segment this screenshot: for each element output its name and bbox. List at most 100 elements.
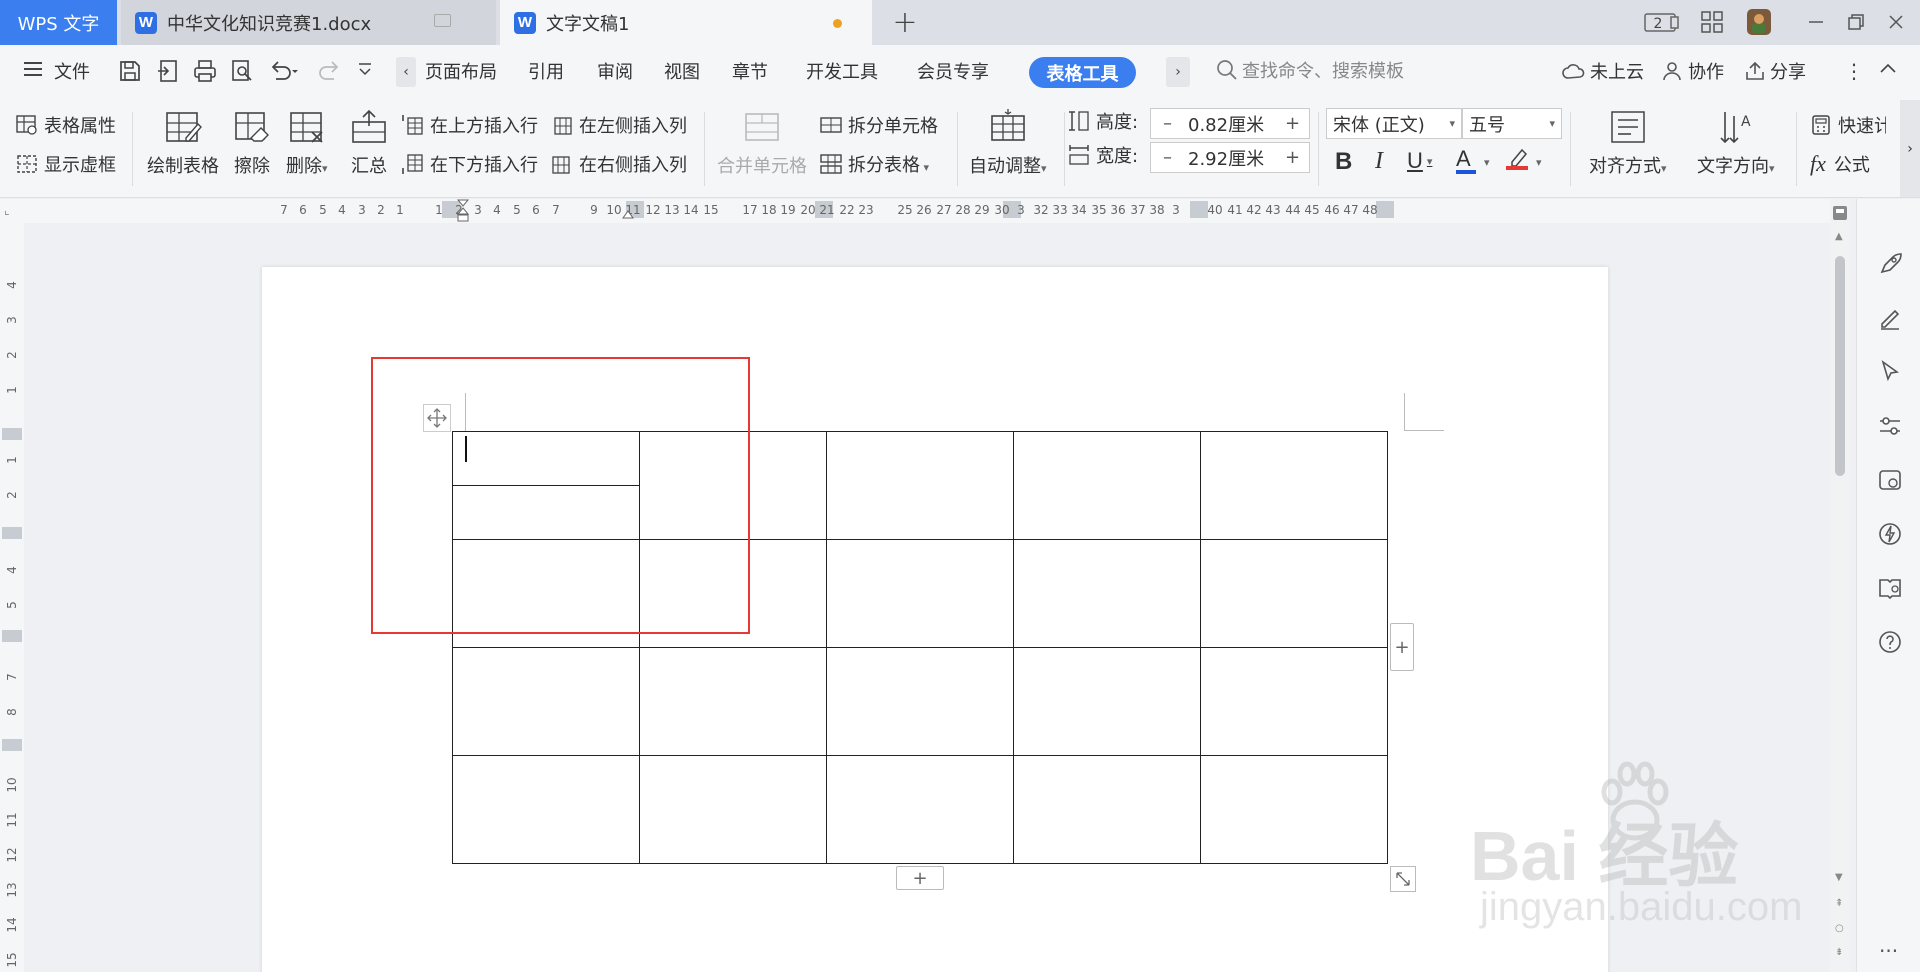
insert-column-left-button[interactable]: 在左侧插入列 — [551, 112, 687, 138]
pen-icon[interactable] — [1877, 305, 1903, 331]
table-cell[interactable] — [1200, 755, 1388, 864]
cursor-select-icon[interactable] — [1877, 359, 1903, 385]
font-color-dropdown-icon[interactable]: ▾ — [1484, 156, 1490, 169]
table-resize-handle[interactable] — [1390, 866, 1416, 892]
scroll-right-chevron-icon[interactable]: › — [1166, 57, 1190, 87]
alignment-button[interactable]: 对齐方式▾ — [1589, 108, 1667, 178]
font-size-select[interactable]: 五号 ▾ — [1462, 108, 1562, 139]
quick-calc-button[interactable]: 快速计算 — [1810, 112, 1886, 138]
command-search[interactable]: 查找命令、搜索模板 — [1216, 57, 1404, 83]
table-cell[interactable] — [826, 755, 1014, 864]
quick-access-dropdown-icon[interactable] — [356, 59, 374, 84]
menu-table-tools[interactable]: 表格工具 — [1029, 57, 1136, 88]
close-window-icon[interactable] — [1886, 10, 1906, 34]
menu-view[interactable]: 视图 — [664, 58, 700, 84]
show-gridlines-button[interactable]: 显示虚框 — [16, 151, 116, 177]
italic-button[interactable]: I — [1375, 148, 1383, 175]
menu-member-exclusive[interactable]: 会员专享 — [917, 58, 989, 84]
table-cell[interactable] — [826, 647, 1014, 756]
table-cell[interactable] — [826, 539, 1014, 648]
row-height-value[interactable]: 0.82厘米 — [1184, 111, 1276, 137]
restore-window-icon[interactable] — [1846, 10, 1866, 34]
formula-button[interactable]: fx 公式 — [1810, 151, 1870, 177]
merge-cells-button[interactable]: 合并单元格 — [717, 108, 807, 178]
right-indent-marker-icon[interactable] — [622, 209, 634, 219]
monitor-icon[interactable] — [434, 14, 451, 27]
add-column-button[interactable]: + — [1390, 623, 1414, 671]
erase-button[interactable]: 擦除 — [233, 108, 271, 178]
cloud-status-button[interactable]: 未上云 — [1562, 58, 1644, 84]
menu-file[interactable]: 文件 — [54, 58, 90, 84]
table-cell[interactable] — [1013, 431, 1201, 540]
share-button[interactable]: 分享 — [1744, 58, 1806, 84]
redo-icon[interactable] — [318, 59, 342, 88]
insert-row-above-button[interactable]: 在上方插入行 — [402, 112, 538, 138]
increase-height-button[interactable]: + — [1276, 113, 1309, 134]
export-pdf-icon[interactable] — [156, 59, 180, 88]
table-cell[interactable] — [639, 755, 827, 864]
split-cells-button[interactable]: 拆分单元格 — [820, 112, 938, 138]
table-cell[interactable] — [1200, 539, 1388, 648]
page-setup-icon[interactable] — [1832, 205, 1848, 221]
user-avatar[interactable] — [1746, 9, 1772, 35]
menu-review[interactable]: 审阅 — [597, 58, 633, 84]
undo-icon[interactable] — [268, 59, 298, 88]
row-height-stepper[interactable]: – 0.82厘米 + — [1150, 108, 1310, 139]
tab-stop-selector-icon[interactable]: ⌞ — [4, 203, 10, 217]
bold-button[interactable]: B — [1335, 148, 1352, 176]
insert-column-right-button[interactable]: 在右侧插入列 — [551, 151, 687, 177]
column-width-value[interactable]: 2.92厘米 — [1184, 145, 1276, 171]
column-width-stepper[interactable]: – 2.92厘米 + — [1150, 142, 1310, 173]
decrease-height-button[interactable]: – — [1151, 113, 1184, 134]
table-cell[interactable] — [1013, 755, 1201, 864]
highlight-color-button[interactable] — [1506, 146, 1530, 170]
save-icon[interactable] — [118, 59, 142, 88]
table-properties-button[interactable]: 表格属性 — [16, 112, 116, 138]
collaborate-button[interactable]: 协作 — [1662, 58, 1724, 84]
hamburger-menu-icon[interactable] — [22, 59, 44, 84]
ribbon-scroll-right-icon[interactable]: › — [1900, 100, 1920, 197]
grid-apps-icon[interactable] — [1700, 10, 1724, 34]
minimize-icon[interactable] — [1806, 10, 1826, 34]
ruler-row-marker[interactable] — [2, 527, 22, 539]
text-direction-button[interactable]: A 文字方向▾ — [1697, 108, 1775, 178]
document-tab-2[interactable]: W 文字文稿1 — [500, 0, 872, 45]
ruler-row-marker[interactable] — [2, 630, 22, 642]
scroll-up-icon[interactable]: ▲ — [1835, 231, 1843, 242]
table-cell[interactable] — [1013, 647, 1201, 756]
print-preview-icon[interactable] — [230, 59, 254, 88]
menu-references[interactable]: 引用 — [528, 58, 564, 84]
underline-button[interactable]: U ▾ — [1407, 148, 1432, 174]
collapse-ribbon-icon[interactable] — [1878, 59, 1898, 84]
scroll-left-chevron-icon[interactable]: ‹ — [396, 57, 416, 87]
book-search-icon[interactable] — [1877, 575, 1903, 601]
font-name-select[interactable]: 宋体 (正文) ▾ — [1326, 108, 1462, 139]
sliders-icon[interactable] — [1877, 413, 1903, 439]
horizontal-ruler[interactable]: ⌞ 7 6 5 4 3 2 1 1 2 3 4 5 6 7 9 10 11 12 13 14 15 17 18 19 20 21 2… — [0, 199, 1830, 223]
menu-page-layout[interactable]: 页面布局 — [425, 58, 497, 84]
help-icon[interactable] — [1877, 629, 1903, 655]
draw-table-button[interactable]: 绘制表格 — [147, 108, 219, 178]
add-row-button[interactable]: + — [896, 866, 944, 890]
table-cell[interactable] — [639, 647, 827, 756]
app-tab-wps[interactable]: WPS 文字 — [0, 0, 117, 45]
lightning-icon[interactable] — [1877, 521, 1903, 547]
more-options-icon[interactable]: ⋮ — [1844, 59, 1864, 83]
menu-chapter[interactable]: 章节 — [732, 58, 768, 84]
summary-button[interactable]: 汇总 — [350, 108, 388, 178]
increase-width-button[interactable]: + — [1276, 147, 1309, 168]
new-tab-button[interactable]: + — [888, 5, 922, 40]
menu-developer-tools[interactable]: 开发工具 — [806, 58, 878, 84]
print-icon[interactable] — [193, 59, 217, 88]
insert-row-below-button[interactable]: 在下方插入行 — [402, 151, 538, 177]
ruler-row-marker[interactable] — [2, 428, 22, 440]
template-icon[interactable] — [1877, 467, 1903, 493]
table-cell[interactable] — [1200, 431, 1388, 540]
ruler-row-marker[interactable] — [2, 739, 22, 751]
window-count-icon[interactable]: 2 — [1644, 10, 1680, 34]
table-cell[interactable] — [452, 755, 640, 864]
table-cell[interactable] — [1013, 539, 1201, 648]
decrease-width-button[interactable]: – — [1151, 147, 1184, 168]
table-cell[interactable] — [452, 647, 640, 756]
highlight-color-dropdown-icon[interactable]: ▾ — [1536, 156, 1542, 169]
